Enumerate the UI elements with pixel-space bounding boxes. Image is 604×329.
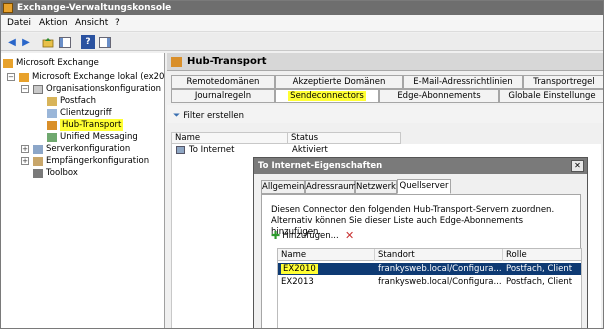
show-hide-tree-icon[interactable] [58, 35, 72, 49]
back-arrow-icon[interactable]: ◀ [5, 35, 19, 49]
collapse-icon[interactable]: − [7, 73, 15, 81]
add-icon: ✚ [271, 229, 281, 242]
organization-icon [33, 84, 43, 94]
window-titlebar: Exchange-Verwaltungskonsole [1, 1, 603, 15]
forward-arrow-icon[interactable]: ▶ [19, 35, 33, 49]
tab-globale-einstellungen[interactable]: Globale Einstellunge [499, 89, 603, 103]
remove-icon[interactable]: ✕ [345, 229, 354, 242]
client-access-icon [47, 108, 57, 118]
connector-list-header: Name Status [171, 132, 401, 144]
column-status[interactable]: Status [288, 133, 401, 144]
tree-item-empfaengerkonfiguration[interactable]: Empfängerkonfiguration [33, 155, 149, 167]
exchange-app-icon [3, 3, 13, 13]
menu-bar: Datei Aktion Ansicht ? [1, 15, 603, 32]
tab-email-adressrichtlinien[interactable]: E-Mail-Adressrichtlinien [403, 75, 523, 89]
show-hide-action-pane-icon[interactable] [98, 35, 112, 49]
column-standort[interactable]: Standort [375, 249, 503, 261]
tab-quellserver[interactable]: Quellserver [397, 179, 451, 194]
window-title: Exchange-Verwaltungskonsole [17, 3, 172, 13]
menu-aktion[interactable]: Aktion [39, 18, 68, 28]
tree-item-organisationskonfiguration[interactable]: Organisationskonfiguration [33, 83, 161, 95]
tree-item-postfach[interactable]: Postfach [47, 95, 96, 107]
create-filter-button[interactable]: ⏷ Filter erstellen [173, 111, 244, 121]
mailbox-icon [47, 96, 57, 106]
exchange-server-icon [19, 72, 29, 82]
tab-akzeptierte-domaenen[interactable]: Akzeptierte Domänen [275, 75, 403, 89]
dialog-page-quellserver: Diesen Connector den folgenden Hub-Trans… [261, 194, 582, 328]
panel-title: Hub-Transport [167, 53, 603, 71]
tree-item-clientzugriff[interactable]: Clientzugriff [47, 107, 112, 119]
tab-sendeconnectors[interactable]: Sendeconnectors [275, 89, 379, 103]
close-icon[interactable]: ✕ [571, 160, 584, 172]
tree-item-serverkonfiguration[interactable]: Serverkonfiguration [33, 143, 130, 155]
hub-transport-icon [47, 120, 57, 130]
table-row[interactable]: To Internet Aktiviert [172, 145, 402, 156]
hub-transport-icon [171, 57, 182, 67]
tree-item-microsoft-exchange[interactable]: Microsoft Exchange [3, 57, 99, 69]
column-name[interactable]: Name [278, 249, 375, 261]
expand-icon[interactable]: + [21, 157, 29, 165]
filter-icon: ⏷ [173, 111, 181, 121]
folder-up-icon[interactable] [41, 35, 55, 49]
tab-journalregeln[interactable]: Journalregeln [171, 89, 275, 103]
source-server-grid: Name Standort Rolle EX2010 frankysweb.lo… [277, 248, 582, 328]
tree-item-hub-transport[interactable]: Hub-Transport [47, 119, 124, 131]
tab-netzwerk[interactable]: Netzwerk [355, 180, 397, 194]
filter-bar: ⏷ Filter erstellen [167, 105, 603, 123]
recipient-icon [33, 156, 43, 166]
main-window: Exchange-Verwaltungskonsole Datei Aktion… [0, 0, 604, 329]
dialog-title: To Internet-Eigenschaften [254, 158, 587, 174]
exchange-icon [3, 58, 13, 68]
table-row[interactable]: EX2010 frankysweb.local/Configura... Pos… [278, 263, 581, 275]
navigation-tree: Microsoft Exchange − Microsoft Exchange … [1, 53, 165, 328]
tab-allgemein[interactable]: Allgemein [261, 180, 305, 194]
connector-icon [176, 146, 185, 154]
expand-icon[interactable]: + [21, 145, 29, 153]
menu-help[interactable]: ? [115, 18, 120, 28]
add-server-button[interactable]: ✚ Hinzufügen... [271, 230, 339, 242]
properties-dialog: To Internet-Eigenschaften ✕ Allgemein Ad… [253, 157, 588, 328]
toolbar: ◀ ▶ ? [1, 33, 603, 51]
tab-adressraum[interactable]: Adressraum [305, 180, 357, 194]
column-name[interactable]: Name [172, 133, 288, 144]
tree-item-exchange-lokal[interactable]: Microsoft Exchange lokal (ex2010.f [19, 71, 164, 83]
menu-datei[interactable]: Datei [7, 18, 31, 28]
tree-item-toolbox[interactable]: Toolbox [33, 167, 78, 179]
unified-messaging-icon [47, 132, 57, 142]
table-row[interactable]: EX2013 frankysweb.local/Configura... Pos… [278, 276, 581, 288]
collapse-icon[interactable]: − [21, 85, 29, 93]
tab-transportregeln[interactable]: Transportregel [523, 75, 603, 89]
tab-edge-abonnements[interactable]: Edge-Abonnements [379, 89, 499, 103]
grid-header: Name Standort Rolle [278, 249, 581, 261]
toolbox-icon [33, 168, 43, 178]
tab-remotedomaenen[interactable]: Remotedomänen [171, 75, 275, 89]
column-rolle[interactable]: Rolle [503, 249, 581, 261]
tree-item-unified-messaging[interactable]: Unified Messaging [47, 131, 138, 143]
tab-sendeconnectors-label: Sendeconnectors [288, 91, 366, 101]
server-icon [33, 144, 43, 154]
menu-ansicht[interactable]: Ansicht [75, 18, 108, 28]
help-icon[interactable]: ? [81, 35, 95, 49]
